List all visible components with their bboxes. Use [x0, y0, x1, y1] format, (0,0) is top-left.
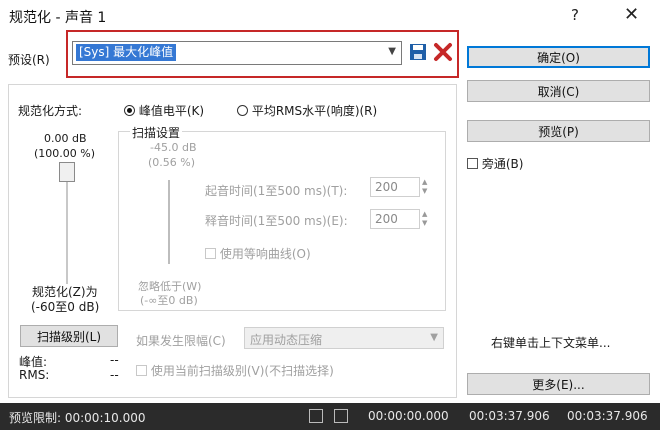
- use-current-scan-label: 使用当前扫描级别(V)(不扫描选择): [150, 364, 334, 378]
- rms-level-label: 平均RMS水平(响度)(R): [251, 104, 378, 118]
- save-icon: [410, 44, 426, 60]
- selection-start-time: 00:00:00.000: [368, 409, 449, 423]
- selection-length-time: 00:03:37.906: [567, 409, 648, 423]
- clipping-dropdown-value: 应用动态压缩: [250, 333, 323, 347]
- normalize-method-label: 规范化方式:: [18, 104, 83, 118]
- help-button[interactable]: ?: [571, 6, 579, 24]
- scan-slider-track[interactable]: [168, 180, 170, 264]
- rms-value: --: [110, 368, 119, 382]
- window-title: 规范化 - 声音 1: [9, 10, 107, 26]
- equal-loudness-checkbox[interactable]: 使用等响曲线(O): [205, 245, 311, 262]
- bypass-label: 旁通(B): [481, 157, 524, 171]
- attack-time-spinner[interactable]: ▲ ▼: [422, 178, 427, 196]
- peak-level-radio-dot[interactable]: [124, 105, 135, 116]
- preset-selected-value: [Sys] 最大化峰值: [76, 44, 177, 61]
- bypass-checkbox[interactable]: 旁通(B): [467, 155, 523, 172]
- release-time-spinner[interactable]: ▲ ▼: [422, 210, 427, 228]
- use-current-scan-checkbox-box[interactable]: [136, 365, 147, 376]
- selection-end-time: 00:03:37.906: [469, 409, 550, 423]
- release-time-input[interactable]: 200: [370, 209, 420, 229]
- preview-limit-text: 预览限制: 00:00:10.000: [9, 411, 146, 425]
- attack-time-input[interactable]: 200: [370, 177, 420, 197]
- equal-loudness-label: 使用等响曲线(O): [219, 247, 311, 261]
- chevron-down-icon: ▼: [388, 46, 396, 57]
- selection-end-icon[interactable]: [334, 409, 348, 423]
- use-current-scan-checkbox[interactable]: 使用当前扫描级别(V)(不扫描选择): [136, 362, 334, 379]
- scan-db-value: -45.0 dB: [150, 141, 197, 154]
- normalize-slider-track[interactable]: [66, 176, 68, 284]
- selection-start-icon[interactable]: [309, 409, 323, 423]
- context-menu-hint: 右键单击上下文菜单...: [491, 336, 611, 350]
- normalize-slider-thumb[interactable]: [59, 162, 75, 182]
- peak-level-radio[interactable]: 峰值电平(K): [124, 102, 204, 119]
- save-preset-button[interactable]: [409, 43, 427, 61]
- normalize-db-value: 0.00 dB: [44, 132, 87, 145]
- scan-settings-title: 扫描设置: [130, 124, 183, 141]
- preset-label: 预设(R): [8, 53, 50, 67]
- peak-level-label: 峰值电平(K): [138, 104, 205, 118]
- scan-percent-value: (0.56 %): [148, 156, 196, 169]
- close-button[interactable]: ✕: [624, 4, 639, 25]
- delete-icon: [434, 43, 452, 61]
- delete-preset-button[interactable]: [433, 42, 453, 62]
- clipping-dropdown[interactable]: 应用动态压缩 ▼: [244, 327, 444, 349]
- attack-time-label: 起音时间(1至500 ms)(T):: [205, 184, 348, 198]
- more-button[interactable]: 更多(E)...: [467, 373, 650, 395]
- release-time-label: 释音时间(1至500 ms)(E):: [205, 214, 348, 228]
- normalize-range-label: (-60至0 dB): [31, 300, 100, 314]
- chevron-down-icon: ▼: [430, 332, 438, 343]
- rms-level-radio-dot[interactable]: [237, 105, 248, 116]
- cancel-button[interactable]: 取消(C): [467, 80, 650, 102]
- preview-button[interactable]: 预览(P): [467, 120, 650, 142]
- preset-dropdown[interactable]: [Sys] 最大化峰值 ▼: [72, 41, 402, 65]
- peak-value: --: [110, 353, 119, 367]
- ignore-range-label: (-∞至0 dB): [140, 294, 198, 307]
- status-bar: 预览限制: 00:00:10.000 00:00:00.000 00:03:37…: [0, 403, 660, 430]
- scan-level-button[interactable]: 扫描级别(L): [20, 325, 118, 347]
- clipping-label: 如果发生限幅(C): [136, 334, 226, 348]
- ok-button[interactable]: 确定(O): [467, 46, 650, 68]
- bypass-checkbox-box[interactable]: [467, 158, 478, 169]
- equal-loudness-checkbox-box[interactable]: [205, 248, 216, 259]
- normalize-percent-value: (100.00 %): [34, 147, 96, 160]
- rms-level-radio[interactable]: 平均RMS水平(响度)(R): [237, 102, 377, 119]
- rms-value-label: RMS:: [19, 368, 50, 382]
